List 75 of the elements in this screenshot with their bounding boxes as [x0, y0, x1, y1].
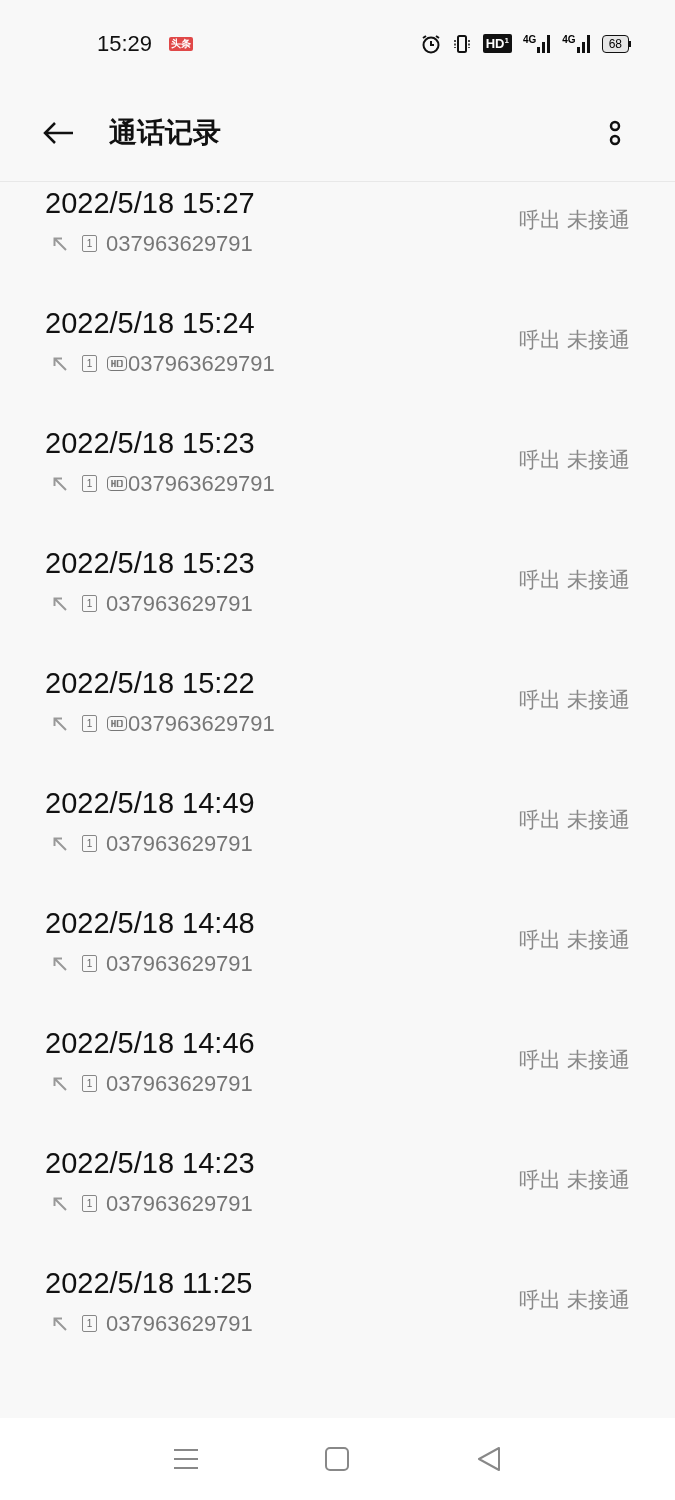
network-label: 4G [562, 34, 576, 45]
call-date: 2022/5/18 15:27 [45, 186, 255, 221]
phone-number: 037963629791 [106, 1070, 253, 1098]
phone-number: 037963629791 [128, 710, 275, 738]
back-icon[interactable] [42, 121, 74, 145]
call-status: 呼出 未接通 [519, 207, 630, 233]
phone-number: 037963629791 [106, 830, 253, 858]
outgoing-call-icon [53, 596, 67, 611]
call-date: 2022/5/18 14:49 [45, 786, 255, 821]
call-status: 呼出 未接通 [519, 807, 630, 833]
call-row[interactable]: 2022/5/18 11:25 1 037963629791 呼出 未接通 [0, 1262, 675, 1382]
outgoing-call-icon [53, 356, 67, 371]
call-row[interactable]: 2022/5/18 14:49 1 037963629791 呼出 未接通 [0, 782, 675, 902]
call-status: 呼出 未接通 [519, 1287, 630, 1313]
call-row[interactable]: 2022/5/18 14:23 1 037963629791 呼出 未接通 [0, 1142, 675, 1262]
call-status: 呼出 未接通 [519, 687, 630, 713]
call-date: 2022/5/18 14:46 [45, 1026, 255, 1061]
alarm-icon [420, 33, 441, 54]
call-date: 2022/5/18 15:24 [45, 306, 256, 341]
outgoing-call-icon [53, 1076, 67, 1091]
call-row[interactable]: 2022/5/18 15:27 1 037963629791 呼出 未接通 [0, 182, 675, 302]
call-status: 呼出 未接通 [519, 567, 630, 593]
sim-icon: 1 [82, 715, 97, 732]
call-date: 2022/5/18 15:23 [45, 426, 256, 461]
call-status: 呼出 未接通 [519, 927, 630, 953]
page-title: 通话记录 [109, 116, 221, 150]
battery-icon: 68 [601, 34, 629, 53]
sim-icon: 1 [82, 355, 97, 372]
call-date: 2022/5/18 15:23 [45, 546, 255, 581]
phone-number: 037963629791 [106, 230, 253, 258]
phone-number: 037963629791 [106, 1310, 253, 1338]
sim-icon: 1 [82, 1195, 97, 1212]
sim-icon: 1 [82, 1075, 97, 1092]
vibrate-icon [451, 33, 472, 54]
sim-icon: 1 [82, 835, 97, 852]
call-status: 呼出 未接通 [519, 327, 630, 353]
call-status: 呼出 未接通 [519, 1167, 630, 1193]
signal-icon [537, 34, 552, 53]
call-row[interactable]: 2022/5/18 15:24 1 037963629791 呼出 未接通 [0, 302, 675, 422]
outgoing-call-icon [53, 1316, 67, 1331]
call-date: 2022/5/18 14:48 [45, 906, 255, 941]
phone-number: 037963629791 [106, 1190, 253, 1218]
app-badge: 头条 [169, 36, 194, 51]
call-row[interactable]: 2022/5/18 14:48 1 037963629791 呼出 未接通 [0, 902, 675, 1022]
sim-icon: 1 [82, 475, 97, 492]
call-date: 2022/5/18 15:22 [45, 666, 256, 701]
outgoing-call-icon [53, 1196, 67, 1211]
phone-number: 037963629791 [128, 350, 275, 378]
call-date: 2022/5/18 11:25 [45, 1266, 253, 1301]
outgoing-call-icon [53, 236, 67, 251]
network-label: 4G [522, 34, 537, 45]
call-date: 2022/5/18 14:23 [45, 1146, 255, 1181]
sim-icon: 1 [82, 235, 97, 252]
outgoing-call-icon [53, 956, 67, 971]
status-time: 15:29 [97, 30, 153, 58]
call-row[interactable]: 2022/5/18 15:23 1 037963629791 呼出 未接通 [0, 542, 675, 662]
call-row[interactable]: 2022/5/18 14:46 1 037963629791 呼出 未接通 [0, 1022, 675, 1142]
sim-icon: 1 [82, 1315, 97, 1332]
home-icon[interactable] [325, 1447, 350, 1471]
call-row[interactable]: 2022/5/18 15:22 1 037963629791 呼出 未接通 [0, 662, 675, 782]
outgoing-call-icon [53, 716, 67, 731]
call-row[interactable]: 2022/5/18 15:23 1 037963629791 呼出 未接通 [0, 422, 675, 542]
phone-number: 037963629791 [106, 950, 253, 978]
sim-icon: 1 [82, 595, 97, 612]
sim-icon: 1 [82, 955, 97, 972]
menu-icon[interactable] [173, 1448, 198, 1470]
phone-number: 037963629791 [128, 470, 275, 498]
outgoing-call-icon [53, 836, 67, 851]
outgoing-call-icon [53, 476, 67, 491]
signal-icon [576, 34, 591, 53]
phone-number: 037963629791 [106, 590, 253, 618]
call-status: 呼出 未接通 [519, 1047, 630, 1073]
back-nav-icon[interactable] [477, 1447, 502, 1471]
more-icon[interactable] [609, 119, 621, 147]
call-status: 呼出 未接通 [519, 447, 630, 473]
